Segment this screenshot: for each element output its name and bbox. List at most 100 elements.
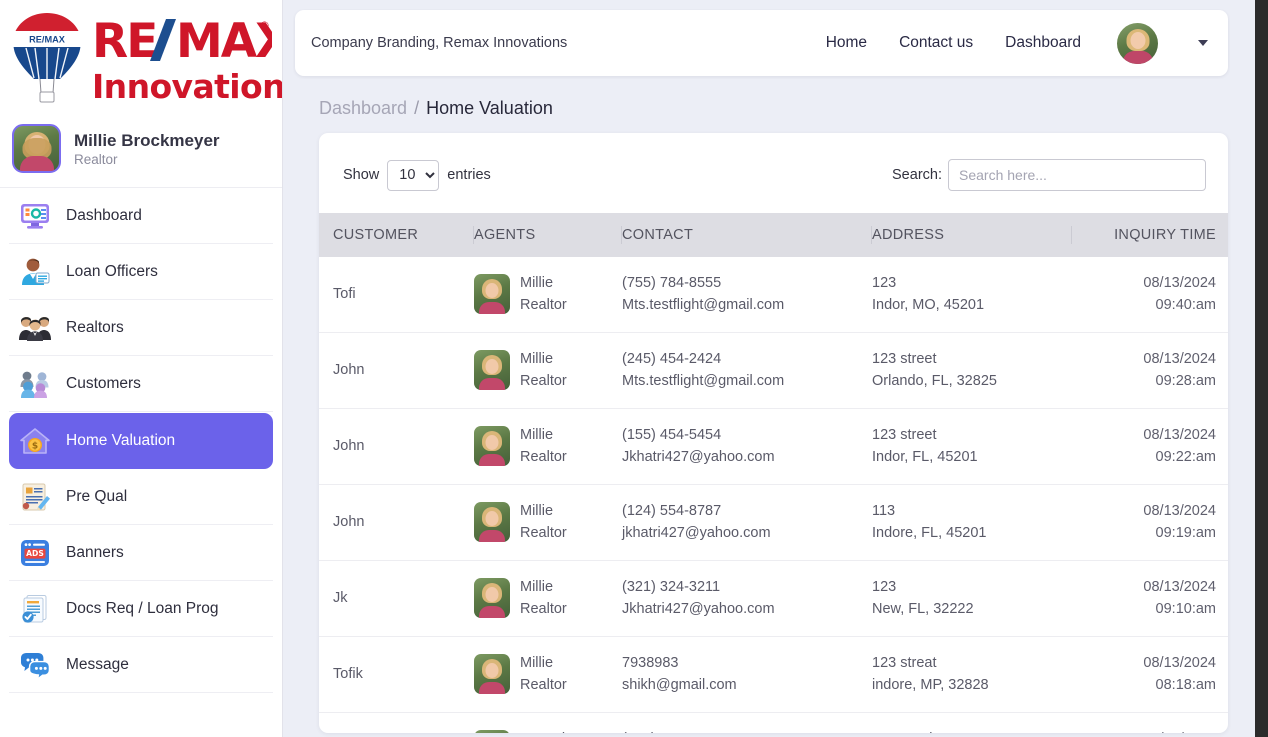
entries-select[interactable]: 10 25 50 100 bbox=[387, 159, 440, 191]
cell-contact: (755) 784-8555 Mts.testflight@gmail.com bbox=[622, 257, 872, 333]
remax-balloon-icon: RE/MAX bbox=[8, 9, 86, 109]
sidebar: RE/MAX RE MAX ® Innovation bbox=[0, 0, 283, 737]
inquiry-date: 08/13/2024 bbox=[1072, 728, 1216, 733]
agent-name: Millie bbox=[520, 275, 554, 291]
table-row[interactable]: John Millie Realtor (155) 454-5454 Jkhatri42… bbox=[319, 408, 1228, 485]
sidebar-item-label: Loan Officers bbox=[66, 262, 158, 280]
cell-customer: Jk bbox=[319, 560, 474, 637]
sidebar-item-pre-qual[interactable]: Pre Qual bbox=[9, 469, 273, 525]
address-line1: 123 street bbox=[872, 426, 937, 443]
cell-customer: John bbox=[319, 332, 474, 409]
top-nav-contact-us[interactable]: Contact us bbox=[899, 34, 973, 52]
agent-avatar bbox=[474, 274, 510, 315]
agent-name: Millie bbox=[520, 502, 554, 519]
breadcrumb-current: Home Valuation bbox=[426, 98, 553, 118]
column-header-address[interactable]: ADDRESS bbox=[872, 213, 1072, 257]
sidebar-item-home-valuation[interactable]: $ Home Valuation bbox=[9, 413, 273, 469]
contact-email: Mts.testflight@gmail.com bbox=[622, 373, 785, 390]
search-group: Search: bbox=[892, 159, 1206, 191]
sidebar-item-docs-req-loan-prog[interactable]: Docs Req / Loan Prog bbox=[9, 581, 273, 637]
cell-customer: John bbox=[319, 484, 474, 561]
sidebar-item-label: Message bbox=[66, 655, 129, 673]
column-header-customer[interactable]: CUSTOMER bbox=[319, 213, 474, 257]
sidebar-item-loan-officers[interactable]: Loan Officers bbox=[9, 244, 273, 300]
cell-agent: Millie Realtor bbox=[474, 636, 622, 713]
inquiry-time: 09:40:am bbox=[1155, 297, 1216, 314]
agent-name: Millie bbox=[520, 578, 554, 595]
address-line1: 123 bbox=[872, 578, 897, 595]
column-header-agents[interactable]: AGENTS bbox=[474, 213, 622, 257]
cell-address: 123 streat indore, MP, 32828 bbox=[872, 636, 1072, 713]
table-body: Tofi Millie Realtor (755) 784-8555 Mts.testf… bbox=[319, 257, 1228, 733]
cell-inquiry-time: 08/13/2024 09:40:am bbox=[1072, 257, 1228, 333]
agent-role: Realtor bbox=[520, 373, 567, 390]
entries-label: entries bbox=[447, 167, 491, 183]
sidebar-item-label: Docs Req / Loan Prog bbox=[66, 599, 219, 617]
address-line1: 123 bbox=[872, 275, 897, 291]
cell-customer: Tofik bbox=[319, 636, 474, 713]
svg-text:ADS: ADS bbox=[26, 549, 44, 558]
column-header-contact[interactable]: CONTACT bbox=[622, 213, 872, 257]
sidebar-profile[interactable]: Millie Brockmeyer Realtor bbox=[0, 112, 282, 188]
inquiry-date: 08/13/2024 bbox=[1143, 275, 1216, 291]
column-header-inquiry-time[interactable]: INQUIRY TIME bbox=[1072, 213, 1228, 257]
table-row[interactable]: Tofik sheikhCrystalRealtor(704) 933-9943… bbox=[319, 712, 1228, 733]
inquiry-date: 08/13/2024 bbox=[1143, 654, 1216, 671]
search-label: Search: bbox=[892, 167, 942, 183]
sidebar-item-realtors[interactable]: Realtors bbox=[9, 300, 273, 356]
table-row[interactable]: Tofik Millie Realtor 7938983 shikh@gmail.com… bbox=[319, 636, 1228, 713]
agent-avatar bbox=[474, 730, 510, 733]
cell-inquiry-time: 08/13/2024 09:28:am bbox=[1072, 332, 1228, 409]
cell-address: 123 street Orlando, FL, 32825 bbox=[872, 332, 1072, 409]
table-controls: Show 10 25 50 100 entries Search: bbox=[319, 133, 1228, 213]
brand-logo[interactable]: RE/MAX RE MAX ® Innovation bbox=[0, 0, 282, 112]
contact-email: shikh@gmail.com bbox=[622, 677, 737, 694]
pre-qual-document-icon bbox=[18, 480, 52, 514]
table-row[interactable]: John Millie Realtor (245) 454-2424 Mts.testf… bbox=[319, 332, 1228, 409]
cell-address: 786 Azad anagaIndoee, MP, 45201 bbox=[872, 712, 1072, 733]
svg-text:$: $ bbox=[32, 441, 38, 451]
customers-group-icon bbox=[18, 367, 52, 401]
profile-role: Realtor bbox=[74, 152, 118, 168]
sidebar-item-label: Customers bbox=[66, 374, 141, 392]
contact-phone: (124) 554-8787 bbox=[622, 502, 722, 519]
contact-email: Mts.testflight@gmail.com bbox=[622, 297, 785, 314]
innovation-wordmark: Innovation bbox=[92, 67, 283, 106]
cell-agent: Millie Realtor bbox=[474, 560, 622, 637]
sidebar-item-customers[interactable]: Customers bbox=[9, 356, 273, 412]
breadcrumb-parent[interactable]: Dashboard bbox=[319, 98, 407, 118]
banners-ads-icon: ADS bbox=[18, 536, 52, 570]
agent-avatar bbox=[474, 578, 510, 619]
top-nav-home[interactable]: Home bbox=[826, 34, 867, 52]
cell-inquiry-time: 08/13/2024 09:22:am bbox=[1072, 408, 1228, 485]
search-input[interactable] bbox=[948, 159, 1206, 191]
cell-inquiry-time: 08/13/2024 09:10:am bbox=[1072, 560, 1228, 637]
sidebar-item-dashboard[interactable]: Dashboard bbox=[9, 188, 273, 244]
sidebar-item-message[interactable]: Message bbox=[9, 637, 273, 693]
agent-role: Realtor bbox=[520, 601, 567, 618]
address-line1: 123 streat bbox=[872, 654, 937, 671]
inquiry-date: 08/13/2024 bbox=[1143, 578, 1216, 595]
agent-name: Millie bbox=[520, 426, 554, 443]
table-row[interactable]: Tofi Millie Realtor (755) 784-8555 Mts.testf… bbox=[319, 257, 1228, 333]
dashboard-monitor-icon bbox=[18, 199, 52, 233]
chevron-down-icon[interactable] bbox=[1198, 40, 1208, 46]
top-nav-dashboard[interactable]: Dashboard bbox=[1005, 34, 1081, 52]
agent-role: Realtor bbox=[520, 677, 567, 694]
breadcrumb-separator: / bbox=[414, 98, 420, 118]
sidebar-item-label: Realtors bbox=[66, 318, 124, 336]
sidebar-item-label: Banners bbox=[66, 543, 124, 561]
cell-customer: Tofik sheikh bbox=[319, 712, 474, 733]
user-avatar[interactable] bbox=[1117, 22, 1158, 64]
cell-address: 123 street Indor, FL, 45201 bbox=[872, 408, 1072, 485]
sidebar-item-label: Pre Qual bbox=[66, 487, 128, 505]
profile-name: Millie Brockmeyer bbox=[74, 130, 220, 150]
cell-agent: Millie Realtor bbox=[474, 484, 622, 561]
show-label: Show bbox=[343, 167, 380, 183]
table-row[interactable]: Jk Millie Realtor (321) 324-3211 Jkhatri427@… bbox=[319, 560, 1228, 637]
table-row[interactable]: John Millie Realtor (124) 554-8787 jkhatri42… bbox=[319, 484, 1228, 561]
address-line2: Orlando, FL, 32825 bbox=[872, 373, 997, 390]
sidebar-item-banners[interactable]: ADS Banners bbox=[9, 525, 273, 581]
top-nav-links: Home Contact us Dashboard bbox=[826, 22, 1208, 64]
cell-inquiry-time: 08/13/2024 09:19:am bbox=[1072, 484, 1228, 561]
